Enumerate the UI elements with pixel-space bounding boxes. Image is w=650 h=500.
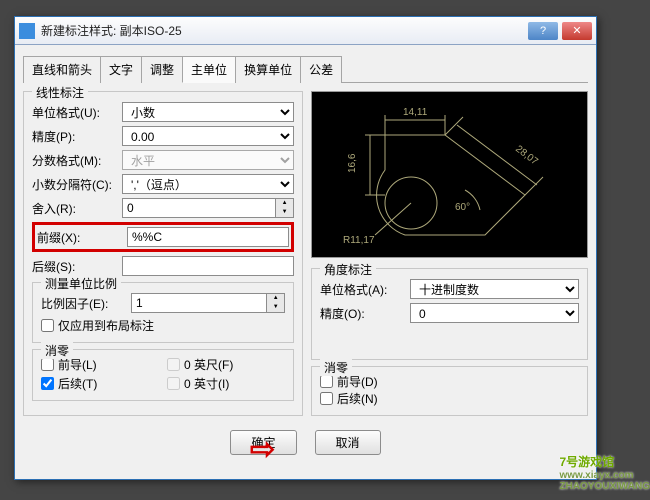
inch-label: 0 英寸(I)	[184, 375, 229, 392]
tab-text[interactable]: 文字	[100, 56, 142, 83]
app-icon	[19, 23, 35, 39]
title-bar: 新建标注样式: 副本ISO-25 ? ✕	[15, 17, 596, 45]
scale-group: 测量单位比例 比例因子(E): ▲▼ 仅应用到布局标注	[32, 282, 294, 343]
zero-left-group: 消零 前导(L) 0 英尺(F) 后续(T) 0 英寸(I)	[32, 349, 294, 401]
svg-text:14,11: 14,11	[403, 107, 428, 118]
angular-legend: 角度标注	[320, 261, 376, 278]
fraction-format-select: 水平	[122, 150, 294, 170]
precision-label: 精度(P):	[32, 128, 122, 145]
zero-left-legend: 消零	[41, 342, 73, 359]
help-button[interactable]: ?	[528, 22, 558, 40]
ang-unit-format-select[interactable]: 十进制度数	[410, 279, 579, 299]
trailing-label: 后续(T)	[58, 375, 97, 392]
prefix-highlight: 前缀(X):	[32, 222, 294, 252]
layout-only-label: 仅应用到布局标注	[58, 317, 154, 334]
ang-unit-format-label: 单位格式(A):	[320, 281, 410, 298]
ang-leading-checkbox[interactable]	[320, 375, 333, 388]
close-button[interactable]: ✕	[562, 22, 592, 40]
layout-only-checkbox[interactable]	[41, 319, 54, 332]
prefix-input[interactable]	[127, 227, 289, 247]
unit-format-label: 单位格式(U):	[32, 104, 122, 121]
zero-right-legend: 消零	[320, 359, 352, 376]
suffix-input[interactable]	[122, 256, 294, 276]
feet-label: 0 英尺(F)	[184, 356, 233, 373]
scale-factor-label: 比例因子(E):	[41, 295, 131, 312]
tab-primary-units[interactable]: 主单位	[182, 56, 236, 83]
tab-fit[interactable]: 调整	[141, 56, 183, 83]
decimal-sep-label: 小数分隔符(C):	[32, 176, 122, 193]
svg-text:28,07: 28,07	[513, 143, 540, 167]
linear-legend: 线性标注	[32, 84, 88, 101]
angular-group: 角度标注 单位格式(A): 十进制度数 精度(O): 0	[311, 268, 588, 360]
round-label: 舍入(R):	[32, 200, 122, 217]
ang-trailing-label: 后续(N)	[337, 390, 378, 407]
leading-checkbox[interactable]	[41, 358, 54, 371]
tab-strip: 直线和箭头 文字 调整 主单位 换算单位 公差	[23, 55, 588, 83]
suffix-label: 后缀(S):	[32, 258, 122, 275]
svg-text:R11,17: R11,17	[343, 235, 375, 246]
cancel-button[interactable]: 取消	[315, 430, 381, 455]
svg-text:16,6: 16,6	[347, 153, 358, 173]
zero-right-group: 消零 前导(D) 后续(N)	[311, 366, 588, 416]
window-title: 新建标注样式: 副本ISO-25	[41, 22, 524, 39]
decimal-sep-select[interactable]: ','（逗点）	[122, 174, 294, 194]
round-input[interactable]	[122, 198, 276, 218]
tab-tolerance[interactable]: 公差	[300, 56, 342, 83]
button-row: 确定 取消	[23, 422, 588, 455]
inch-checkbox	[167, 377, 180, 390]
ang-precision-label: 精度(O):	[320, 305, 410, 322]
scale-legend: 测量单位比例	[41, 275, 121, 292]
scale-spinner[interactable]: ▲▼	[267, 293, 285, 313]
prefix-label: 前缀(X):	[37, 229, 127, 246]
trailing-checkbox[interactable]	[41, 377, 54, 390]
linear-group: 线性标注 单位格式(U): 小数 精度(P): 0.00 分数格式(M): 水平	[23, 91, 303, 416]
ang-precision-select[interactable]: 0	[410, 303, 579, 323]
tab-alt-units[interactable]: 换算单位	[235, 56, 301, 83]
unit-format-select[interactable]: 小数	[122, 102, 294, 122]
dimension-style-dialog: 新建标注样式: 副本ISO-25 ? ✕ 直线和箭头 文字 调整 主单位 换算单…	[14, 16, 597, 480]
precision-select[interactable]: 0.00	[122, 126, 294, 146]
dimension-preview: 14,11 16,6 28,07 R11,17 60°	[311, 91, 588, 258]
tab-lines-arrows[interactable]: 直线和箭头	[23, 56, 101, 83]
round-spinner[interactable]: ▲▼	[276, 198, 294, 218]
feet-checkbox	[167, 358, 180, 371]
annotation-arrow-icon: ⇨	[250, 432, 275, 467]
fraction-format-label: 分数格式(M):	[32, 152, 122, 169]
ang-trailing-checkbox[interactable]	[320, 392, 333, 405]
svg-text:60°: 60°	[455, 202, 470, 213]
scale-factor-input[interactable]	[131, 293, 267, 313]
